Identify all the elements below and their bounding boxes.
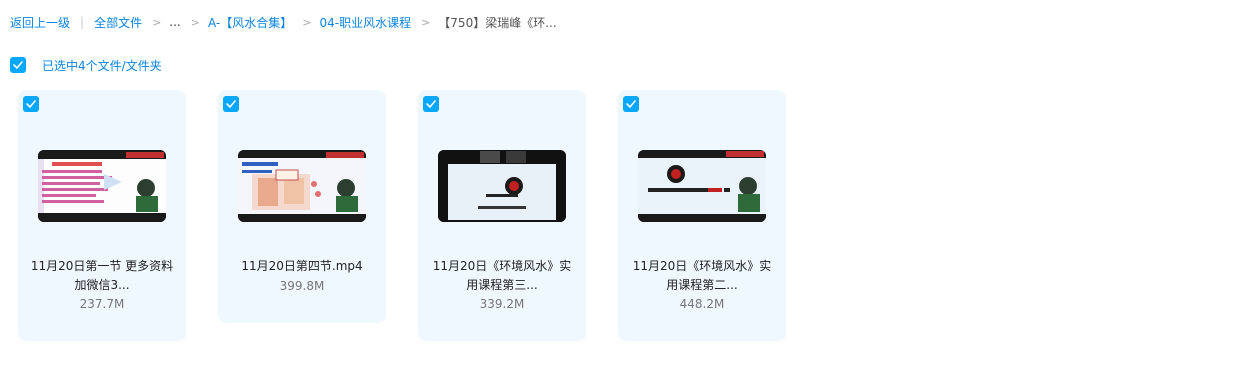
file-size: 448.2M (679, 297, 725, 311)
breadcrumb: 返回上一级 | 全部文件 > ... > A-【风水合集】 > 04-职业风水课… (10, 13, 557, 31)
video-thumbnail (638, 150, 766, 222)
breadcrumb-divider: | (80, 15, 85, 29)
breadcrumb-separator: > (152, 15, 162, 29)
breadcrumb-separator: > (190, 15, 200, 29)
file-size: 339.2M (479, 297, 525, 311)
check-icon (426, 100, 436, 108)
breadcrumb-all-files[interactable]: 全部文件 (94, 14, 142, 31)
file-name: 11月20日《环境风水》实 用课程第三... (424, 257, 580, 295)
file-name-line: 用课程第三... (466, 278, 538, 292)
file-name: 11月20日第四节.mp4 (224, 257, 380, 276)
breadcrumb-separator: > (421, 15, 431, 29)
file-name-line: 加微信3... (74, 278, 130, 292)
breadcrumb-folder-fengshui-collection[interactable]: A-【风水合集】 (208, 14, 292, 31)
check-icon (226, 100, 236, 108)
file-checkbox[interactable] (23, 96, 39, 112)
file-card[interactable]: 11月20日《环境风水》实 用课程第二... 448.2M (618, 90, 786, 341)
video-thumbnail (38, 150, 166, 222)
video-thumbnail (238, 150, 366, 222)
file-checkbox[interactable] (223, 96, 239, 112)
selection-count-label: 已选中4个文件/文件夹 (42, 58, 162, 73)
file-size: 399.8M (279, 279, 325, 293)
selection-bar: 已选中4个文件/文件夹 (10, 56, 162, 74)
breadcrumb-separator: > (302, 15, 312, 29)
file-card[interactable]: 11月20日第一节 更多资料 加微信3... 237.7M (18, 90, 186, 341)
file-checkbox[interactable] (623, 96, 639, 112)
check-icon (626, 100, 636, 108)
file-card[interactable]: 11月20日《环境风水》实 用课程第三... 339.2M (418, 90, 586, 341)
check-icon (13, 61, 23, 69)
file-name-line: 用课程第二... (666, 278, 738, 292)
breadcrumb-folder-career-course[interactable]: 04-职业风水课程 (319, 14, 411, 31)
file-name: 11月20日《环境风水》实 用课程第二... (624, 257, 780, 295)
file-card[interactable]: 11月20日第四节.mp4 399.8M (218, 90, 386, 323)
video-thumbnail (438, 150, 566, 222)
file-name: 11月20日第一节 更多资料 加微信3... (24, 257, 180, 295)
check-icon (26, 100, 36, 108)
file-checkbox[interactable] (423, 96, 439, 112)
breadcrumb-current-folder: 【750】梁瑞峰《环... (438, 15, 557, 30)
file-name-line: 11月20日第四节.mp4 (241, 259, 363, 273)
breadcrumb-ellipsis[interactable]: ... (169, 15, 180, 29)
file-name-line: 11月20日《环境风水》实 (632, 259, 772, 273)
file-name-line: 11月20日第一节 更多资料 (30, 259, 174, 273)
file-size: 237.7M (79, 297, 125, 311)
select-all-checkbox[interactable] (10, 57, 26, 73)
back-link[interactable]: 返回上一级 (10, 14, 70, 31)
file-name-line: 11月20日《环境风水》实 (432, 259, 572, 273)
